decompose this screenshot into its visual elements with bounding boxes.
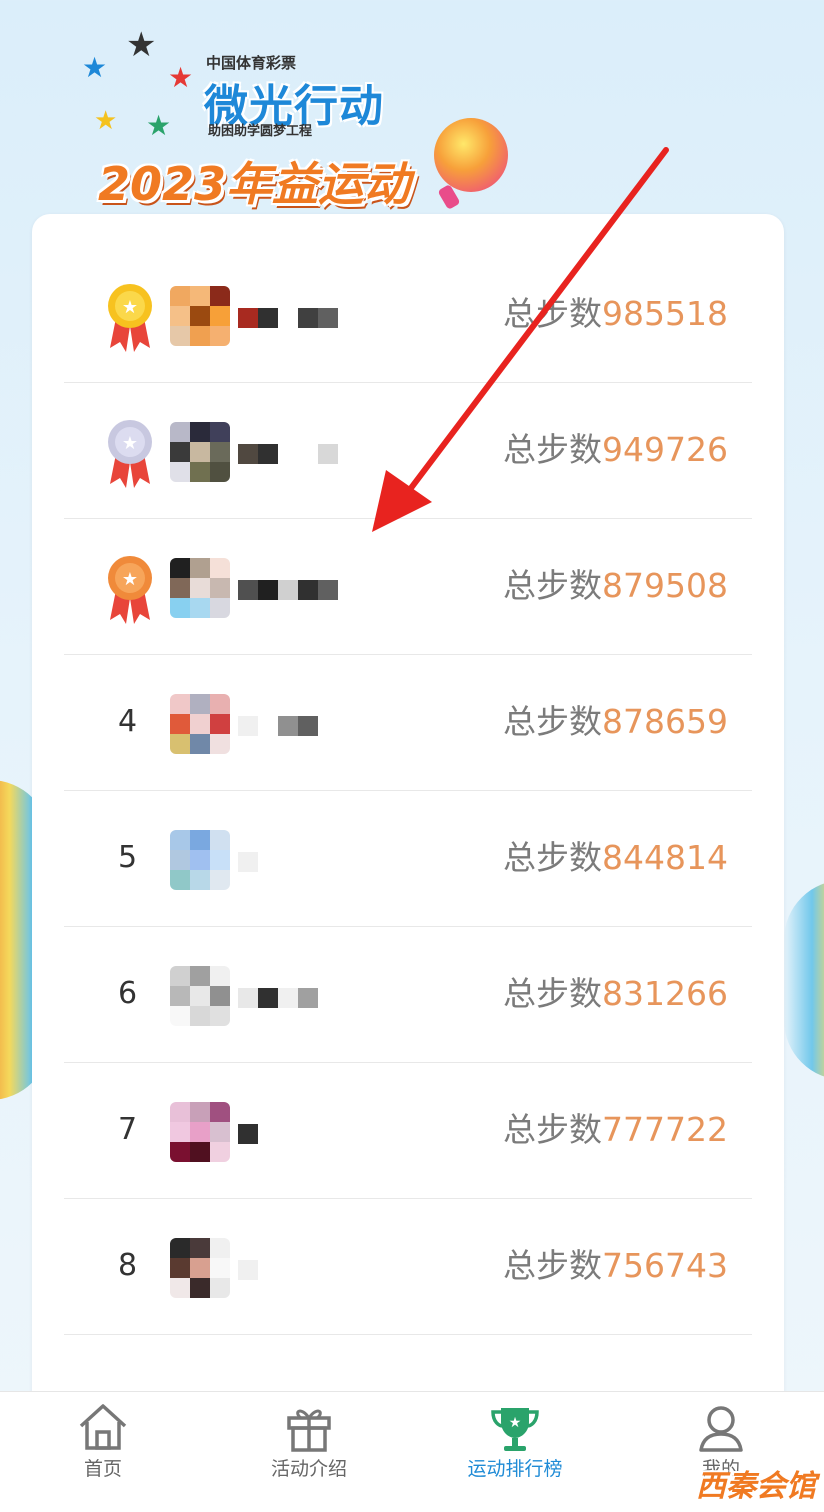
steps-value: 756743 xyxy=(602,1246,728,1285)
total-steps: 总步数777722 xyxy=(503,1062,728,1198)
steps-value: 949726 xyxy=(602,430,728,469)
balloon-icon xyxy=(434,118,508,192)
tab-home[interactable]: 首页 xyxy=(0,1392,206,1512)
avatar[interactable] xyxy=(170,830,230,890)
leaderboard-row[interactable]: ★ 总步数879508 xyxy=(64,518,752,655)
leaderboard-row[interactable]: ★ 总步数985518 xyxy=(64,246,752,383)
avatar[interactable] xyxy=(170,286,230,346)
blurred-username xyxy=(238,580,338,600)
leaderboard-row[interactable]: 4 总步数878659 xyxy=(64,654,752,791)
steps-value: 777722 xyxy=(602,1110,728,1149)
gold-medal-icon: ★ xyxy=(108,284,152,352)
total-steps: 总步数878659 xyxy=(503,654,728,790)
rank-number: 6 xyxy=(118,976,138,1011)
total-steps: 总步数879508 xyxy=(503,518,728,654)
leaderboard-row[interactable]: 8 总步数756743 xyxy=(64,1198,752,1335)
tab-label: 活动介绍 xyxy=(270,1458,347,1480)
brand-subtitle: 助困助学圆梦工程 xyxy=(208,124,313,139)
leaderboard-row[interactable]: ★ 总步数949726 xyxy=(64,382,752,519)
leaderboard-row[interactable]: 7 总步数777722 xyxy=(64,1062,752,1199)
total-steps: 总步数756743 xyxy=(503,1198,728,1334)
steps-value: 879508 xyxy=(602,566,728,605)
svg-text:★: ★ xyxy=(122,433,138,454)
avatar[interactable] xyxy=(170,558,230,618)
rank-number: 8 xyxy=(118,1248,138,1283)
svg-text:★: ★ xyxy=(122,569,138,590)
svg-text:★: ★ xyxy=(509,1415,522,1431)
tab-label: 首页 xyxy=(83,1458,122,1480)
tab-activity-intro[interactable]: 活动介绍 xyxy=(206,1392,412,1512)
avatar[interactable] xyxy=(170,966,230,1026)
steps-label: 总步数 xyxy=(503,1246,603,1285)
avatar[interactable] xyxy=(170,1102,230,1162)
background-ribbon-right xyxy=(784,880,824,1080)
trophy-icon: ★ xyxy=(487,1400,543,1456)
svg-text:★: ★ xyxy=(122,297,138,318)
blurred-username xyxy=(238,988,338,1008)
steps-label: 总步数 xyxy=(503,430,603,469)
user-icon xyxy=(693,1400,749,1456)
steps-label: 总步数 xyxy=(503,838,603,877)
home-icon xyxy=(75,1400,131,1456)
year-banner: 2023年益运动 xyxy=(98,157,411,211)
bronze-medal-icon: ★ xyxy=(108,556,152,624)
watermark: 西秦会馆 xyxy=(696,1469,816,1504)
avatar[interactable] xyxy=(170,422,230,482)
tab-label: 运动排行榜 xyxy=(467,1458,563,1480)
steps-label: 总步数 xyxy=(503,702,603,741)
total-steps: 总步数831266 xyxy=(503,926,728,1062)
steps-label: 总步数 xyxy=(503,566,603,605)
steps-value: 985518 xyxy=(602,294,728,333)
leaderboard-card: ★ 总步数985518 ★ 总步数949726 ★ 总步数879508 4 总步数878659… xyxy=(32,214,784,1414)
rank-number: 4 xyxy=(118,704,138,739)
blurred-username xyxy=(238,1260,338,1280)
avatar[interactable] xyxy=(170,1238,230,1298)
silver-medal-icon: ★ xyxy=(108,420,152,488)
total-steps: 总步数949726 xyxy=(503,382,728,518)
campaign-header: ★ ★ ★ ★ ★ 中国体育彩票 微光行动 助困助学圆梦工程 2023年益运动 xyxy=(0,0,824,230)
rank-number: 7 xyxy=(118,1112,138,1147)
blurred-username xyxy=(238,308,338,328)
blurred-username xyxy=(238,852,338,872)
steps-value: 878659 xyxy=(602,702,728,741)
steps-value: 844814 xyxy=(602,838,728,877)
blurred-username xyxy=(238,716,338,736)
stars-logo-icon: ★ ★ ★ ★ ★ xyxy=(82,25,194,142)
leaderboard-row[interactable]: 5 总步数844814 xyxy=(64,790,752,927)
tab-leaderboard[interactable]: ★ 运动排行榜 xyxy=(412,1392,618,1512)
blurred-username xyxy=(238,1124,338,1144)
blurred-username xyxy=(238,444,338,464)
total-steps: 总步数985518 xyxy=(503,246,728,382)
rank-number: 5 xyxy=(118,840,138,875)
avatar[interactable] xyxy=(170,694,230,754)
steps-label: 总步数 xyxy=(503,974,603,1013)
steps-value: 831266 xyxy=(602,974,728,1013)
leaderboard-row[interactable]: 6 总步数831266 xyxy=(64,926,752,1063)
steps-label: 总步数 xyxy=(503,294,603,333)
gift-icon xyxy=(281,1400,337,1456)
steps-label: 总步数 xyxy=(503,1110,603,1149)
total-steps: 总步数844814 xyxy=(503,790,728,926)
